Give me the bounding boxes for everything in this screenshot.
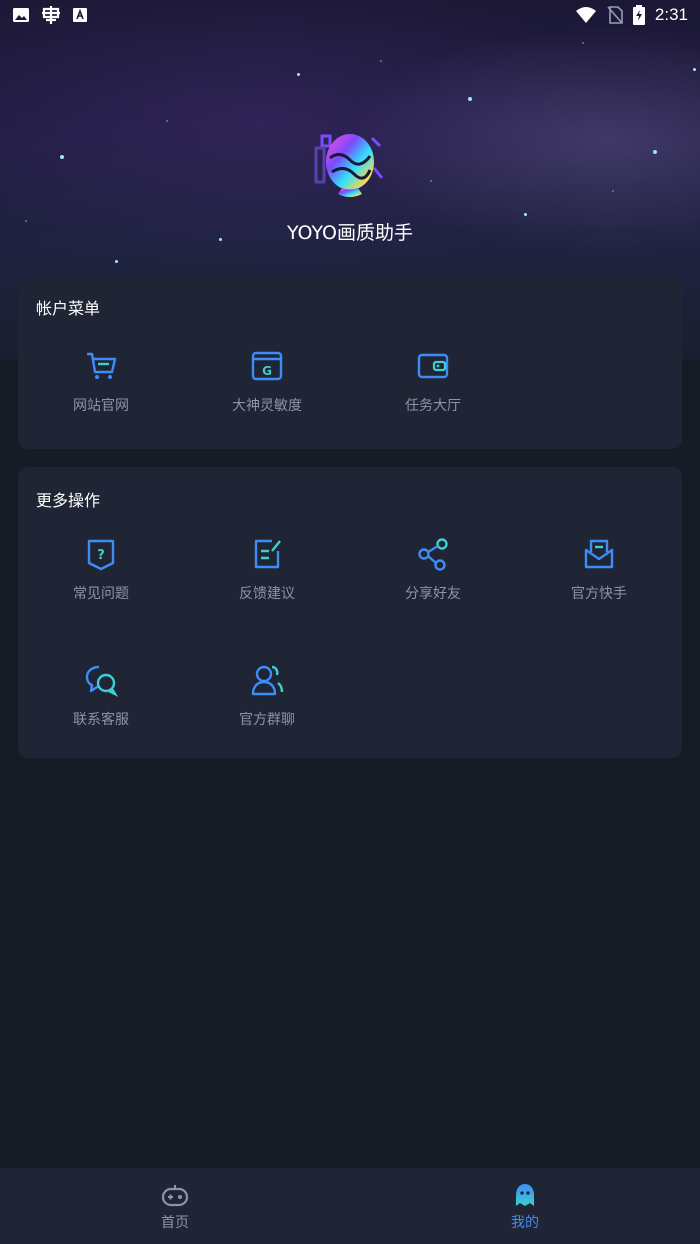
image-icon [13, 8, 29, 22]
nav-tab-mine[interactable]: 我的 [350, 1168, 700, 1244]
gamepad-icon [161, 1185, 189, 1207]
menu-item-label: 网站官网 [73, 398, 129, 414]
account-menu-title: 帐户菜单 [36, 299, 101, 318]
action-item-label: 常见问题 [73, 586, 129, 602]
font-a-icon [73, 8, 87, 22]
menu-item-label: 大神灵敏度 [232, 398, 302, 414]
status-bar: 2:31 [0, 0, 700, 30]
wifi-icon [575, 7, 596, 23]
no-sim-icon [607, 6, 623, 24]
app-logo [310, 128, 388, 206]
action-item-customer-service[interactable]: 联系客服 [18, 663, 184, 729]
menu-item-task-hall[interactable]: 任务大厅 [350, 349, 516, 415]
more-actions-title: 更多操作 [36, 491, 101, 510]
action-item-official-group[interactable]: 官方群聊 [184, 663, 350, 729]
nav-tab-label: 我的 [511, 1215, 539, 1231]
group-icon [251, 665, 284, 696]
menu-item-label: 任务大厅 [405, 398, 461, 414]
edit-note-icon [254, 539, 281, 569]
action-item-feedback[interactable]: 反馈建议 [184, 537, 350, 603]
action-item-label: 反馈建议 [239, 586, 295, 602]
status-time: 2:31 [654, 5, 688, 24]
wallet-icon [417, 353, 449, 379]
g-window-icon: G [251, 351, 283, 381]
action-item-label: 联系客服 [73, 712, 129, 728]
more-actions-card: 更多操作 ? 常见问题 反馈建议 分享好友 官方快手 联系客服 官方群聊 [18, 467, 682, 758]
action-item-label: 官方群聊 [239, 712, 295, 728]
action-item-label: 官方快手 [571, 586, 627, 602]
action-item-share[interactable]: 分享好友 [350, 537, 516, 603]
question-shield-icon: ? [87, 539, 115, 571]
svg-text:?: ? [97, 548, 105, 563]
battery-charging-icon [632, 5, 645, 25]
menu-item-website[interactable]: 网站官网 [18, 349, 184, 415]
bottom-nav: 首页 我的 [0, 1168, 700, 1244]
share-icon [418, 538, 448, 571]
account-menu-card: 帐户菜单 网站官网 G 大神灵敏度 任务大厅 [18, 275, 682, 449]
ghost-avatar-icon [516, 1184, 534, 1206]
app-name: YOYO画质助手 [286, 222, 413, 244]
action-item-faq[interactable]: ? 常见问题 [18, 537, 184, 603]
bug-icon [42, 6, 60, 24]
mail-open-icon [584, 539, 614, 569]
action-item-label: 分享好友 [405, 586, 461, 602]
menu-item-sensitivity[interactable]: G 大神灵敏度 [184, 349, 350, 415]
nav-tab-home[interactable]: 首页 [0, 1168, 350, 1244]
cart-icon [87, 352, 117, 379]
nav-tab-label: 首页 [161, 1215, 189, 1231]
chat-bubbles-icon [85, 665, 118, 697]
action-item-kuaishou[interactable]: 官方快手 [516, 537, 682, 603]
svg-text:G: G [262, 364, 272, 378]
